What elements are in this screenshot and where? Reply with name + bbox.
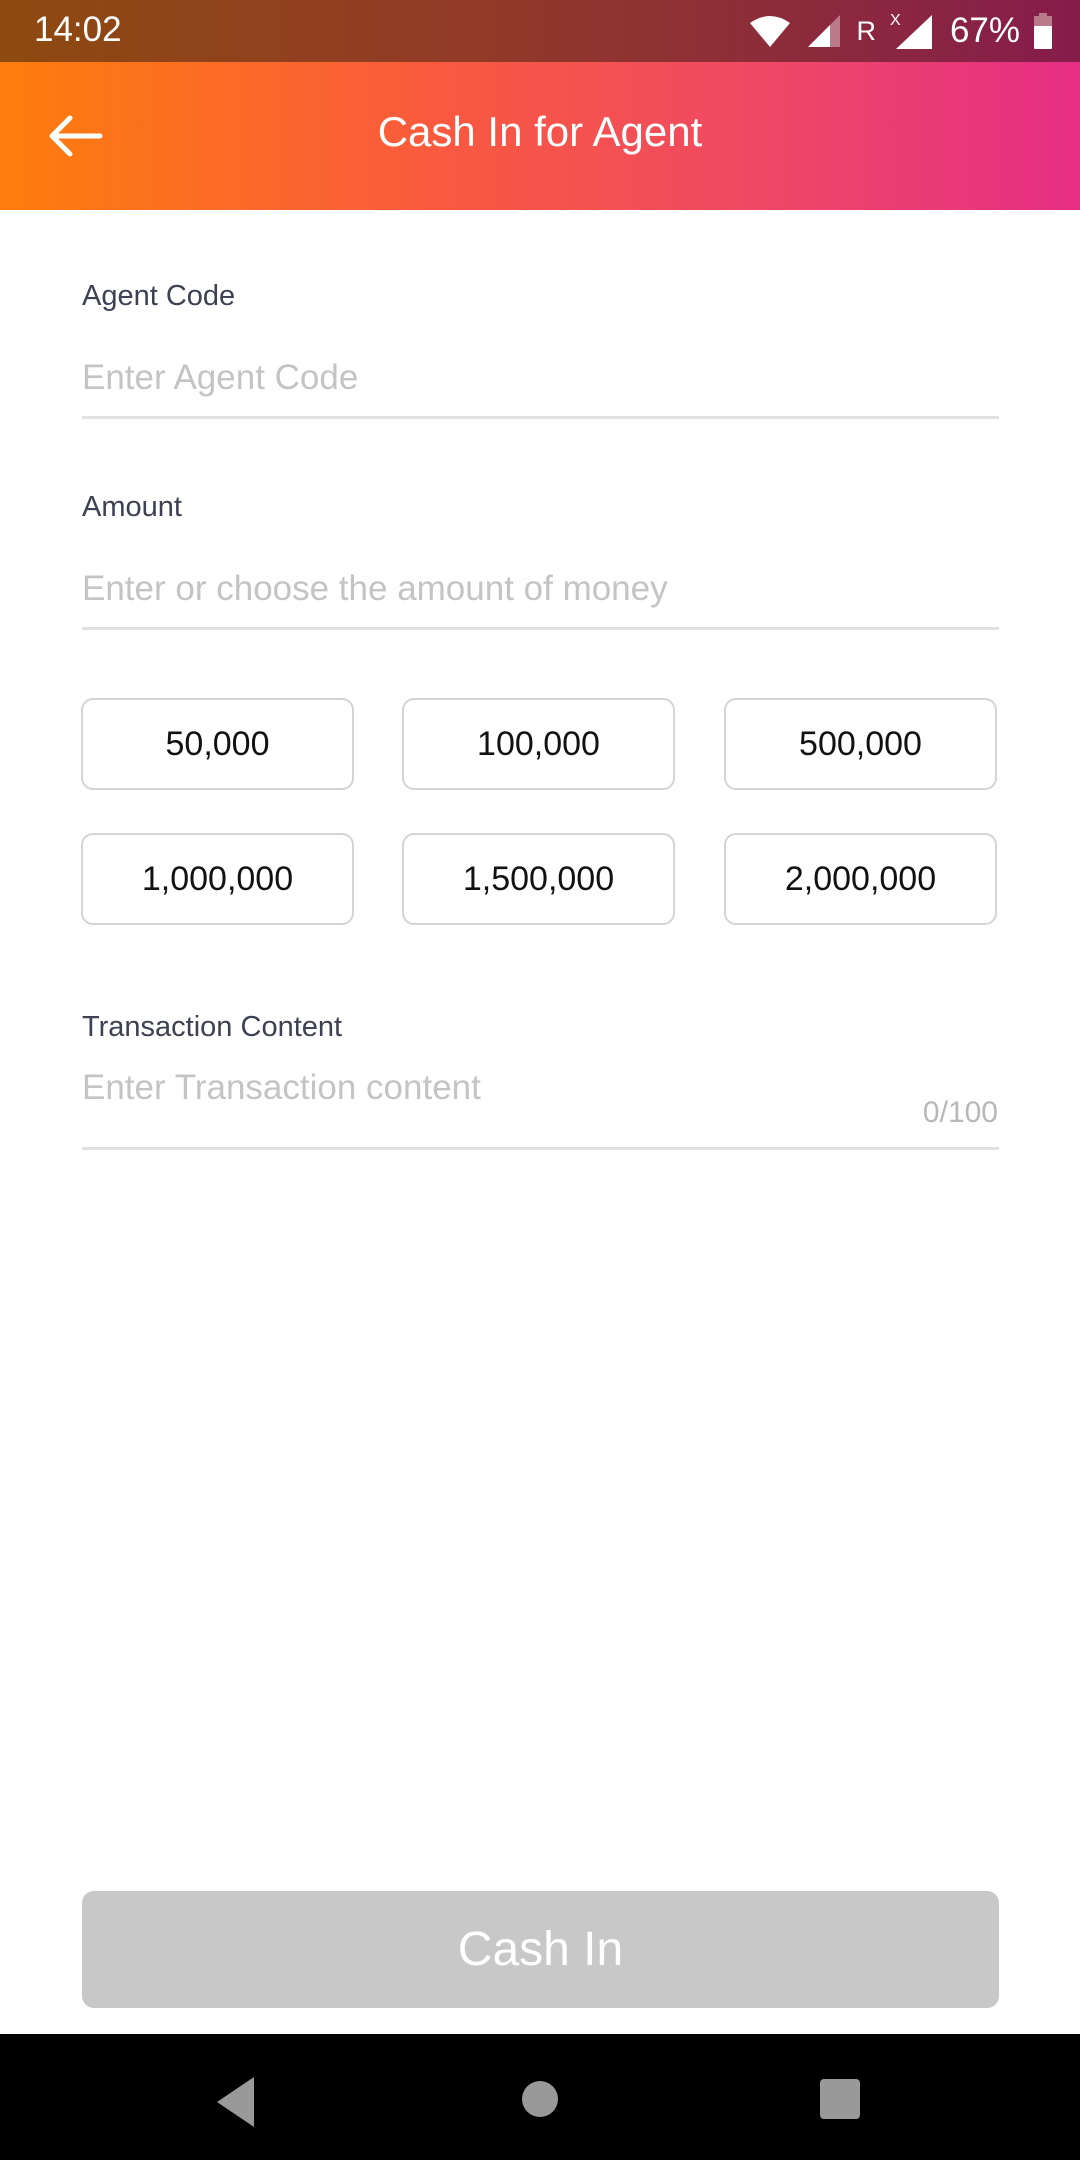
roaming-icon: R	[856, 15, 876, 46]
nav-home-icon[interactable]	[522, 2081, 558, 2117]
agent-code-input[interactable]: Enter Agent Code	[82, 358, 999, 398]
app-header: Cash In for Agent	[0, 62, 1080, 210]
nav-back-icon[interactable]	[217, 2077, 254, 2127]
transaction-content-underline	[82, 1147, 999, 1150]
status-bar: 14:02 R X 67%	[0, 0, 1080, 62]
battery-percent: 67%	[949, 11, 1020, 50]
amount-preset-button[interactable]: 500,000	[724, 698, 997, 790]
transaction-content-input[interactable]: Enter Transaction content	[82, 1068, 882, 1108]
no-data-signal-icon: X	[890, 12, 932, 49]
amount-preset-button[interactable]: 50,000	[81, 698, 354, 790]
svg-text:X: X	[890, 12, 901, 29]
wifi-icon	[750, 16, 791, 47]
amount-label: Amount	[82, 491, 182, 523]
cash-in-button[interactable]: Cash In	[82, 1891, 999, 2008]
agent-code-label: Agent Code	[82, 280, 236, 312]
agent-code-underline	[82, 416, 999, 419]
amount-preset-button[interactable]: 1,000,000	[81, 833, 354, 925]
status-icons: R X 67%	[748, 8, 1052, 54]
nav-recents-icon[interactable]	[820, 2079, 860, 2119]
amount-preset-button[interactable]: 2,000,000	[724, 833, 997, 925]
amount-underline	[82, 627, 999, 630]
battery-icon	[1034, 13, 1052, 49]
system-nav-bar	[0, 2034, 1080, 2160]
amount-preset-button[interactable]: 100,000	[402, 698, 675, 790]
page-title: Cash In for Agent	[377, 108, 703, 155]
signal-icon	[808, 15, 841, 47]
status-time: 14:02	[34, 10, 122, 49]
amount-input[interactable]: Enter or choose the amount of money	[82, 569, 999, 609]
character-counter: 0/100	[922, 1096, 998, 1129]
transaction-content-label: Transaction Content	[82, 1011, 343, 1043]
amount-preset-button[interactable]: 1,500,000	[402, 833, 675, 925]
